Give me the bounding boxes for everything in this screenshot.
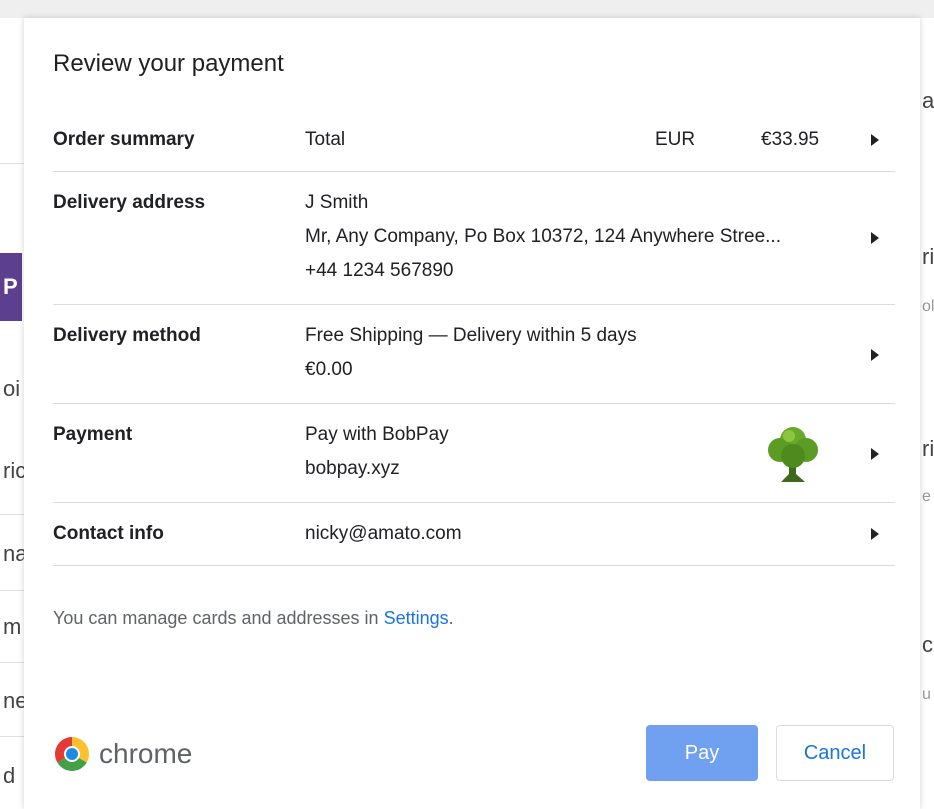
- background-text-fragment: c: [922, 632, 933, 657]
- contact-info-label: Contact info: [53, 523, 164, 544]
- expand-arrow-icon[interactable]: [871, 232, 879, 244]
- payment-label: Payment: [53, 424, 133, 445]
- pay-button[interactable]: Pay: [646, 725, 758, 781]
- chrome-logo-icon: [55, 737, 89, 771]
- background-divider: [0, 514, 24, 515]
- background-divider: [0, 662, 24, 663]
- background-text-fragment: e: [922, 488, 931, 505]
- address-line: Mr, Any Company, Po Box 10372, 124 Anywh…: [305, 226, 781, 247]
- background-divider: [0, 163, 24, 164]
- tree-icon: [768, 427, 818, 482]
- background-text-fragment: d: [3, 763, 16, 788]
- payment-row[interactable]: Payment Pay with BobPay bobpay.xyz: [53, 404, 895, 503]
- order-summary-label: Order summary: [53, 129, 195, 150]
- payment-method-domain: bobpay.xyz: [305, 458, 400, 479]
- background-text-fragment: ric: [3, 458, 24, 483]
- background-text-fragment: ri: [922, 436, 934, 461]
- background-text-fragment: m: [3, 614, 22, 639]
- background-top-bar: [0, 0, 934, 18]
- background-text-fragment: ri: [922, 244, 934, 269]
- background-right-column: a ri ol ri e c u: [920, 18, 934, 809]
- chrome-branding: chrome: [53, 735, 192, 773]
- shipping-price: €0.00: [305, 359, 353, 380]
- payment-method-name: Pay with BobPay: [305, 424, 449, 445]
- delivery-address-value: J Smith Mr, Any Company, Po Box 10372, 1…: [305, 186, 781, 288]
- address-phone: +44 1234 567890: [305, 260, 454, 281]
- delivery-address-label: Delivery address: [53, 192, 206, 213]
- order-currency: EUR: [655, 129, 696, 150]
- expand-arrow-icon[interactable]: [871, 349, 879, 361]
- address-name: J Smith: [305, 192, 369, 213]
- background-purple-tab: P: [0, 253, 22, 321]
- contact-info-row[interactable]: Contact info nicky@amato.com: [53, 503, 895, 566]
- delivery-method-label: Delivery method: [53, 325, 201, 346]
- background-divider: [0, 590, 24, 591]
- shipping-option: Free Shipping — Delivery within 5 days: [305, 325, 637, 346]
- payment-sections: Order summary Total EUR €33.95 Delivery …: [53, 109, 895, 566]
- background-text-fragment: u: [922, 686, 931, 703]
- expand-arrow-icon[interactable]: [871, 134, 879, 146]
- expand-arrow-icon[interactable]: [871, 528, 879, 540]
- expand-arrow-icon[interactable]: [871, 448, 879, 460]
- background-text-fragment: a: [922, 88, 934, 113]
- settings-link[interactable]: Settings: [384, 608, 449, 628]
- dialog-title: Review your payment: [53, 50, 284, 77]
- delivery-method-value: Free Shipping — Delivery within 5 days €…: [305, 319, 637, 387]
- delivery-address-row[interactable]: Delivery address J Smith Mr, Any Company…: [53, 172, 895, 305]
- cancel-button[interactable]: Cancel: [776, 725, 894, 781]
- background-left-column: oi ric na m ne d: [0, 18, 24, 809]
- settings-note-text: You can manage cards and addresses in: [53, 608, 384, 628]
- order-total-label: Total: [305, 129, 346, 150]
- payment-value: Pay with BobPay bobpay.xyz: [305, 418, 449, 486]
- contact-email: nicky@amato.com: [305, 523, 462, 544]
- background-divider: [0, 736, 24, 737]
- settings-note: You can manage cards and addresses in Se…: [53, 608, 454, 629]
- delivery-method-row[interactable]: Delivery method Free Shipping — Delivery…: [53, 305, 895, 404]
- background-text-fragment: oi: [3, 376, 21, 401]
- chrome-wordmark: chrome: [99, 738, 193, 769]
- settings-note-period: .: [448, 608, 454, 628]
- order-summary-row[interactable]: Order summary Total EUR €33.95: [53, 109, 895, 172]
- order-total-amount: €33.95: [761, 129, 820, 150]
- background-text-fragment: ol: [922, 298, 934, 315]
- background-text-fragment: ne: [3, 688, 24, 713]
- background-text-fragment: na: [3, 541, 24, 566]
- payment-review-dialog: Review your payment Order summary Total …: [24, 18, 920, 809]
